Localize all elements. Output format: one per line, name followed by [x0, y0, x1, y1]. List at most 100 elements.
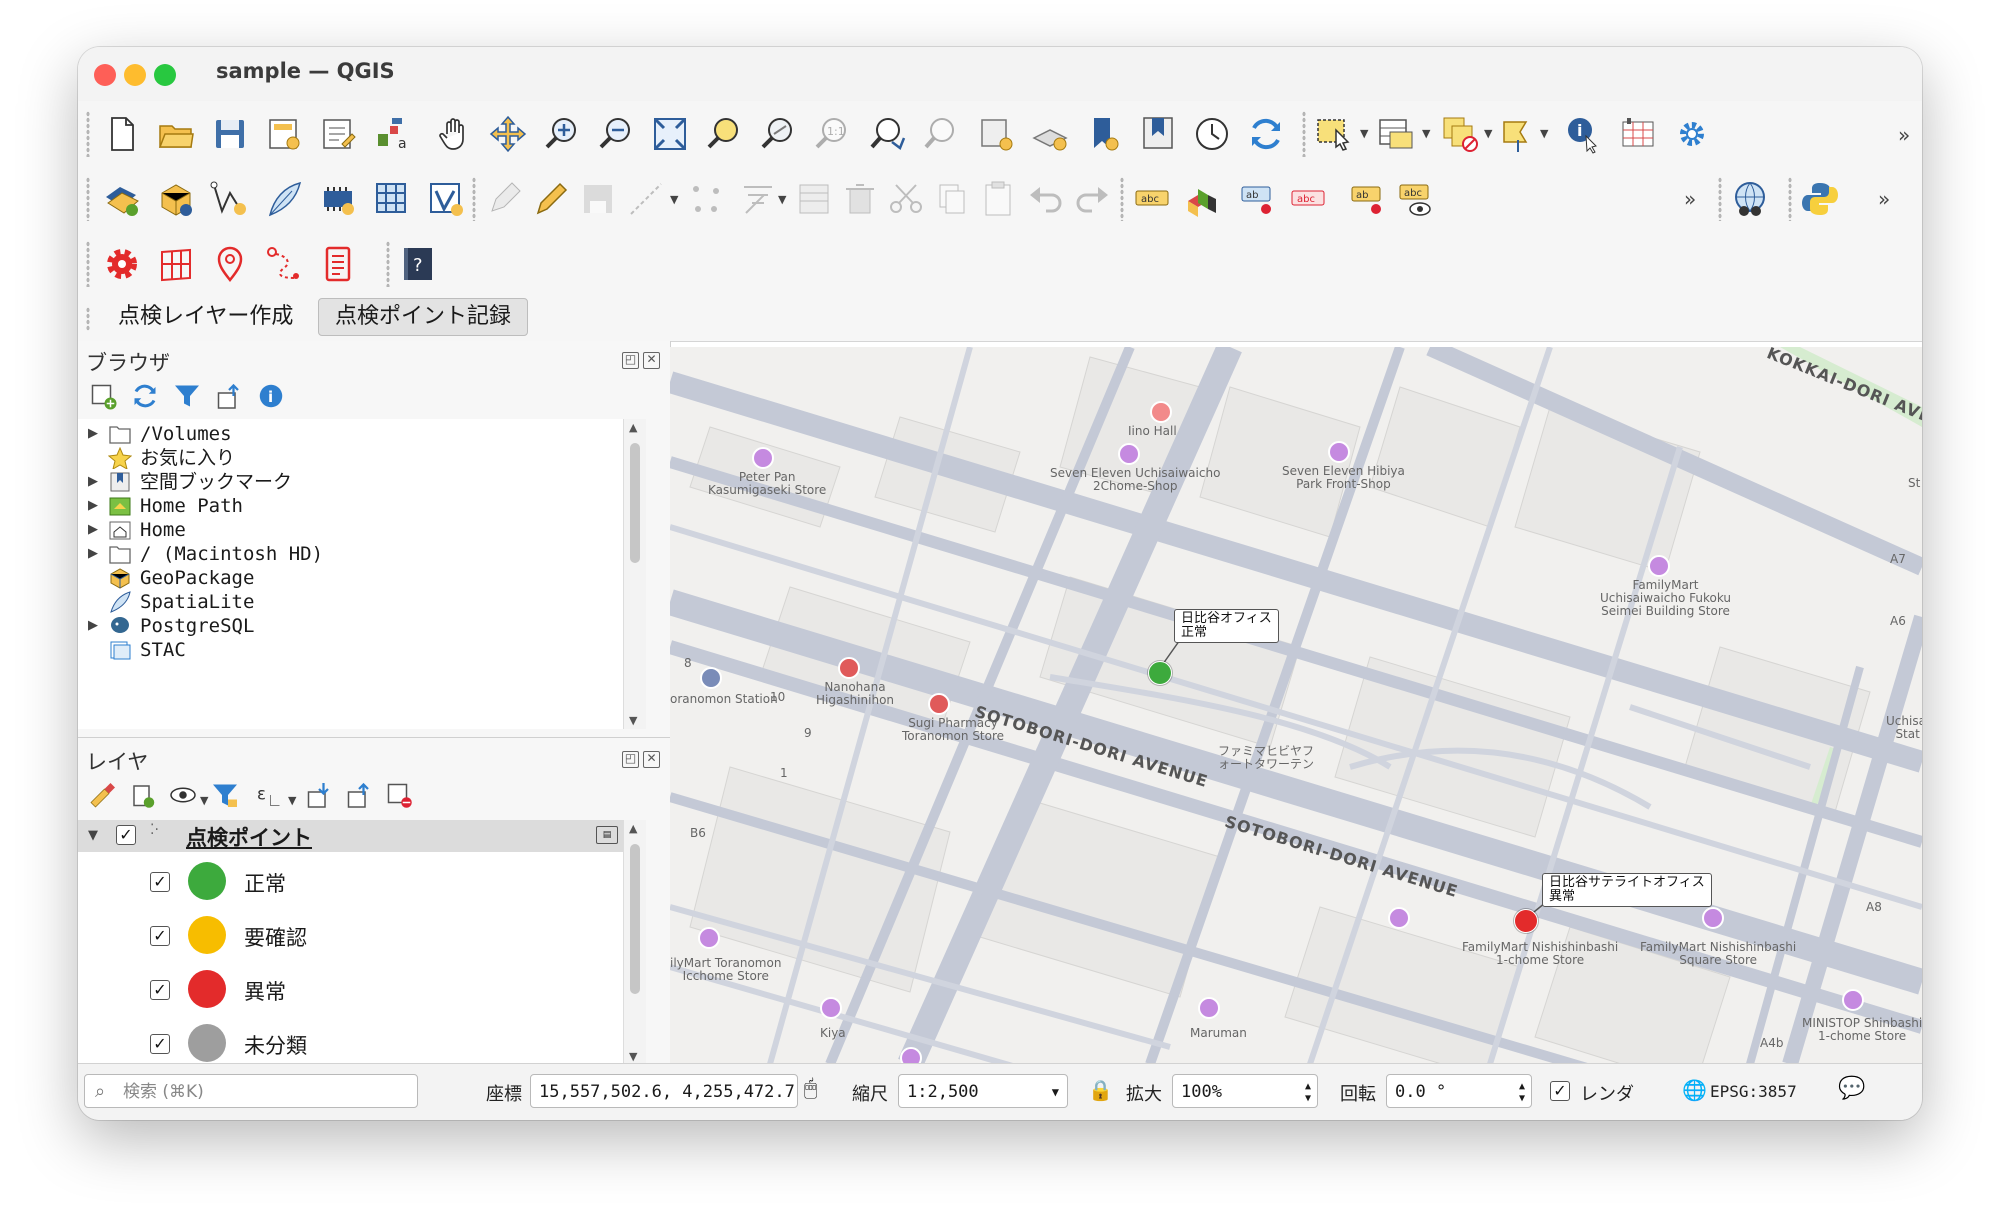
remove-layer-icon[interactable] [384, 780, 414, 810]
label-pin-icon[interactable]: ab [1348, 179, 1388, 219]
pencil-icon[interactable] [530, 179, 570, 219]
temporal-controller-icon[interactable] [1192, 114, 1232, 154]
station-icon[interactable] [700, 667, 722, 689]
toolbar-grip[interactable] [1302, 111, 1306, 157]
properties-info-icon[interactable]: i [256, 381, 286, 411]
close-panel-icon[interactable]: ✕ [643, 751, 660, 768]
crs-button[interactable]: EPSG:3857 [1710, 1082, 1797, 1101]
poi-marker[interactable] [1388, 907, 1410, 929]
pan-to-selection-icon[interactable] [488, 114, 528, 154]
refresh-browser-icon[interactable] [130, 381, 160, 411]
measure-icon[interactable] [1618, 114, 1658, 154]
settings-icon[interactable] [1672, 114, 1712, 154]
poi-marker[interactable] [1648, 555, 1670, 577]
zoom-native-icon[interactable]: 1:1 [812, 114, 852, 154]
open-project-icon[interactable] [156, 114, 196, 154]
add-layer-icon[interactable] [102, 179, 142, 219]
browser-scrollbar[interactable]: ▲ ▼ [623, 419, 646, 729]
locator-search-input[interactable]: ⌕ 検索 (⌘K) [84, 1074, 418, 1108]
stepper-icon[interactable]: ▲ ▼ [1519, 1069, 1525, 1105]
poi-marker[interactable] [900, 1047, 922, 1064]
zoom-to-layer-icon[interactable] [758, 114, 798, 154]
map-canvas[interactable]: KOKKAI-DORI AVENUE SOTOBORI-DORI AVENUE … [670, 347, 1922, 1064]
toolbar-grip[interactable] [86, 241, 90, 287]
undo-icon[interactable] [1026, 179, 1066, 219]
rotation-field[interactable]: 0.0 ° ▲ ▼ [1386, 1074, 1532, 1108]
coordinate-toggle-icon[interactable]: 🖱 [804, 1076, 817, 1101]
label-toolbar-icon[interactable]: abc [1132, 179, 1172, 219]
scale-field[interactable]: 1:2,500 ▼ [898, 1074, 1068, 1108]
poi-marker[interactable] [698, 927, 720, 949]
chevron-down-icon[interactable]: ▼ [288, 794, 296, 807]
grid-layer-icon[interactable] [372, 179, 412, 219]
feather-icon[interactable] [264, 179, 304, 219]
poi-marker[interactable] [928, 693, 950, 715]
poi-marker[interactable] [1842, 989, 1864, 1011]
toolbar-grip[interactable] [86, 177, 90, 221]
tab-record-inspection-point[interactable]: 点検ポイント記録 [318, 298, 529, 336]
inspection-point-normal[interactable] [1148, 661, 1172, 685]
zoom-to-selection-icon[interactable] [704, 114, 744, 154]
coordinate-field[interactable]: 15,557,502.6, 4,255,472.7 [530, 1074, 798, 1108]
save-edits-icon[interactable] [578, 179, 618, 219]
messages-icon[interactable]: 💬 [1838, 1076, 1865, 1101]
cut-icon[interactable] [886, 179, 926, 219]
toolbar-grip[interactable] [386, 241, 390, 287]
expand-all-icon[interactable] [304, 780, 334, 810]
add-line-feature-icon[interactable] [626, 179, 666, 219]
toolbar-grip[interactable] [1788, 177, 1792, 221]
float-panel-icon[interactable]: ◰ [622, 352, 639, 369]
toggle-edit-icon[interactable] [484, 179, 524, 219]
tab-create-inspection-layer[interactable]: 点検レイヤー作成 [102, 297, 309, 337]
map-pin-icon[interactable] [210, 244, 250, 284]
zoom-last-icon[interactable] [868, 114, 908, 154]
identify-features-icon[interactable]: i [1564, 114, 1604, 154]
add-vector-icon[interactable] [156, 179, 196, 219]
close-panel-icon[interactable]: ✕ [643, 352, 660, 369]
lock-scale-icon[interactable]: 🔒 [1088, 1078, 1113, 1102]
scroll-thumb[interactable] [630, 844, 640, 994]
delete-icon[interactable] [840, 179, 880, 219]
globe-icon[interactable] [1730, 179, 1770, 219]
legend-item-checkbox[interactable]: ✓ [150, 1034, 170, 1054]
maximize-window-button[interactable] [154, 64, 176, 86]
paste-icon[interactable] [978, 179, 1018, 219]
memory-layer-icon[interactable] [318, 179, 358, 219]
digitize-line-icon[interactable] [210, 179, 250, 219]
edit-buffer-icon[interactable]: ▤ [596, 826, 618, 844]
poi-marker[interactable] [1328, 441, 1350, 463]
toolbar-grip[interactable] [86, 307, 90, 331]
scroll-down-icon[interactable]: ▼ [629, 714, 637, 727]
move-label-icon[interactable]: abc [1288, 179, 1328, 219]
redo-icon[interactable] [1072, 179, 1112, 219]
virtual-layer-icon[interactable] [426, 179, 466, 219]
new-map-view-icon[interactable] [976, 114, 1016, 154]
inspection-point-abnormal[interactable] [1514, 909, 1538, 933]
poi-marker[interactable] [820, 997, 842, 1019]
zoom-out-icon[interactable] [596, 114, 636, 154]
layers-scrollbar[interactable]: ▲ ▼ [623, 820, 646, 1065]
browser-item[interactable]: STAC [78, 635, 638, 665]
poi-marker[interactable] [1150, 401, 1172, 423]
filter-browser-icon[interactable] [172, 381, 202, 411]
scroll-down-icon[interactable]: ▼ [629, 1050, 637, 1063]
poi-marker[interactable] [752, 447, 774, 469]
toolbar-grip[interactable] [1120, 177, 1124, 221]
copy-icon[interactable] [932, 179, 972, 219]
toolbar-grip[interactable] [86, 111, 90, 157]
toolbar-grip[interactable] [1718, 177, 1722, 221]
zoom-in-icon[interactable] [542, 114, 582, 154]
save-as-icon[interactable] [264, 114, 304, 154]
select-features-icon[interactable] [1314, 114, 1354, 154]
poi-marker[interactable] [1198, 997, 1220, 1019]
legend-item[interactable]: ✓ 要確認 [78, 912, 618, 960]
show-hide-label-icon[interactable]: abc [1396, 179, 1436, 219]
expression-filter-icon[interactable]: ε [254, 780, 284, 810]
toolbar-overflow-button[interactable]: » [1878, 187, 1890, 211]
poi-marker[interactable] [1118, 443, 1140, 465]
chevron-down-icon[interactable]: ▼ [1360, 127, 1368, 140]
legend-item[interactable]: ✓ 正常 [78, 858, 618, 906]
chevron-down-icon[interactable]: ▼ [778, 193, 786, 206]
legend-item-checkbox[interactable]: ✓ [150, 926, 170, 946]
toolbar-grip[interactable] [472, 177, 476, 221]
